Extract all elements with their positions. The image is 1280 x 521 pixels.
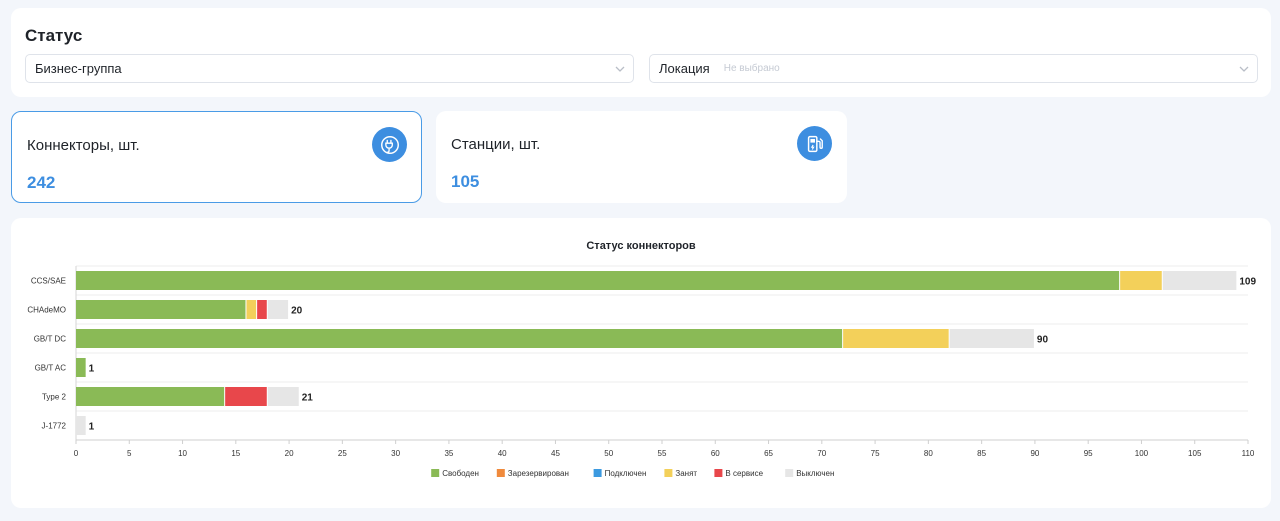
- connectors-kpi-value: 242: [27, 173, 56, 192]
- legend-swatch[interactable]: [664, 469, 673, 477]
- x-tick-label: 80: [924, 449, 933, 458]
- bar-segment: [76, 358, 86, 377]
- category-label: CHAdeMO: [27, 306, 66, 315]
- bar-segment: [76, 387, 225, 406]
- bar-segment: [843, 329, 949, 348]
- x-tick-label: 25: [338, 449, 347, 458]
- x-tick-label: 35: [444, 449, 453, 458]
- charging-station-icon: [797, 126, 832, 161]
- bar-segment: [1120, 271, 1162, 290]
- bar-segment: [949, 329, 1034, 348]
- x-tick-label: 45: [551, 449, 560, 458]
- total-label: 90: [1037, 335, 1049, 346]
- bar-segment: [225, 387, 267, 406]
- legend-swatch[interactable]: [714, 469, 723, 477]
- plug-icon: [372, 127, 407, 162]
- x-tick-label: 55: [658, 449, 667, 458]
- business-group-label: Бизнес-группа: [35, 61, 122, 76]
- total-label: 21: [302, 393, 314, 404]
- legend-label[interactable]: Зарезервирован: [508, 469, 569, 478]
- status-title: Статус: [25, 26, 83, 45]
- legend-swatch[interactable]: [496, 469, 505, 477]
- x-tick-label: 95: [1084, 449, 1093, 458]
- bar-segment: [1162, 271, 1237, 290]
- total-label: 1: [89, 364, 95, 375]
- x-tick-label: 100: [1135, 449, 1149, 458]
- x-tick-label: 20: [285, 449, 294, 458]
- legend-swatch[interactable]: [431, 469, 440, 477]
- x-tick-label: 10: [178, 449, 187, 458]
- connector-status-chart-card: Статус коннекторов CCS/SAE 109 CHAdeMO 20 GB/…: [11, 218, 1271, 508]
- total-label: 1: [89, 422, 95, 433]
- x-tick-label: 5: [127, 449, 132, 458]
- x-tick-label: 15: [231, 449, 240, 458]
- legend-label[interactable]: В сервисе: [725, 469, 763, 478]
- legend-label[interactable]: Свободен: [442, 469, 479, 478]
- connectors-kpi-title: Коннекторы, шт.: [27, 137, 140, 154]
- status-filter-card: Статус Бизнес-группа Локация Не выбрано: [11, 8, 1271, 97]
- x-tick-label: 65: [764, 449, 773, 458]
- bar-segment: [76, 329, 843, 348]
- legend-swatch[interactable]: [785, 469, 794, 477]
- x-tick-label: 30: [391, 449, 400, 458]
- legend-swatch[interactable]: [593, 469, 602, 477]
- x-tick-label: 105: [1188, 449, 1202, 458]
- location-select[interactable]: Локация Не выбрано: [649, 54, 1258, 83]
- bar-segment: [267, 300, 289, 319]
- category-label: GB/T AC: [35, 364, 67, 373]
- chevron-down-icon: [1239, 66, 1249, 72]
- bar-segment: [267, 387, 299, 406]
- stations-kpi-card[interactable]: Станции, шт. 105: [436, 111, 847, 203]
- x-tick-label: 70: [817, 449, 826, 458]
- connector-status-chart: Статус коннекторов CCS/SAE 109 CHAdeMO 20 GB/…: [27, 240, 1256, 478]
- stations-kpi-value: 105: [451, 172, 480, 191]
- bar-segment: [76, 300, 246, 319]
- x-tick-label: 90: [1030, 449, 1039, 458]
- total-label: 109: [1239, 277, 1256, 288]
- x-tick-label: 50: [604, 449, 613, 458]
- x-tick-label: 110: [1242, 449, 1255, 458]
- category-label: Type 2: [42, 393, 67, 402]
- connectors-kpi-card[interactable]: Коннекторы, шт. 242: [11, 111, 422, 203]
- x-tick-label: 0: [74, 449, 79, 458]
- x-tick-label: 85: [977, 449, 986, 458]
- legend-label[interactable]: Подключен: [605, 469, 647, 478]
- category-label: GB/T DC: [34, 335, 67, 344]
- bar-segment: [246, 300, 257, 319]
- category-label: CCS/SAE: [31, 277, 66, 286]
- location-label: Локация: [659, 61, 710, 76]
- chevron-down-icon: [615, 66, 625, 72]
- business-group-select[interactable]: Бизнес-группа: [25, 54, 634, 83]
- category-label: J-1772: [42, 422, 67, 431]
- x-tick-label: 40: [498, 449, 507, 458]
- chart-title: Статус коннекторов: [586, 240, 696, 252]
- bar-segment: [76, 416, 86, 435]
- bar-segment: [76, 271, 1120, 290]
- location-placeholder: Не выбрано: [723, 63, 780, 74]
- total-label: 20: [291, 306, 303, 317]
- bar-segment: [257, 300, 267, 319]
- x-tick-label: 60: [711, 449, 720, 458]
- x-tick-label: 75: [871, 449, 880, 458]
- legend-label[interactable]: Занят: [675, 469, 697, 478]
- stations-kpi-title: Станции, шт.: [451, 136, 541, 153]
- legend-label[interactable]: Выключен: [796, 469, 834, 478]
